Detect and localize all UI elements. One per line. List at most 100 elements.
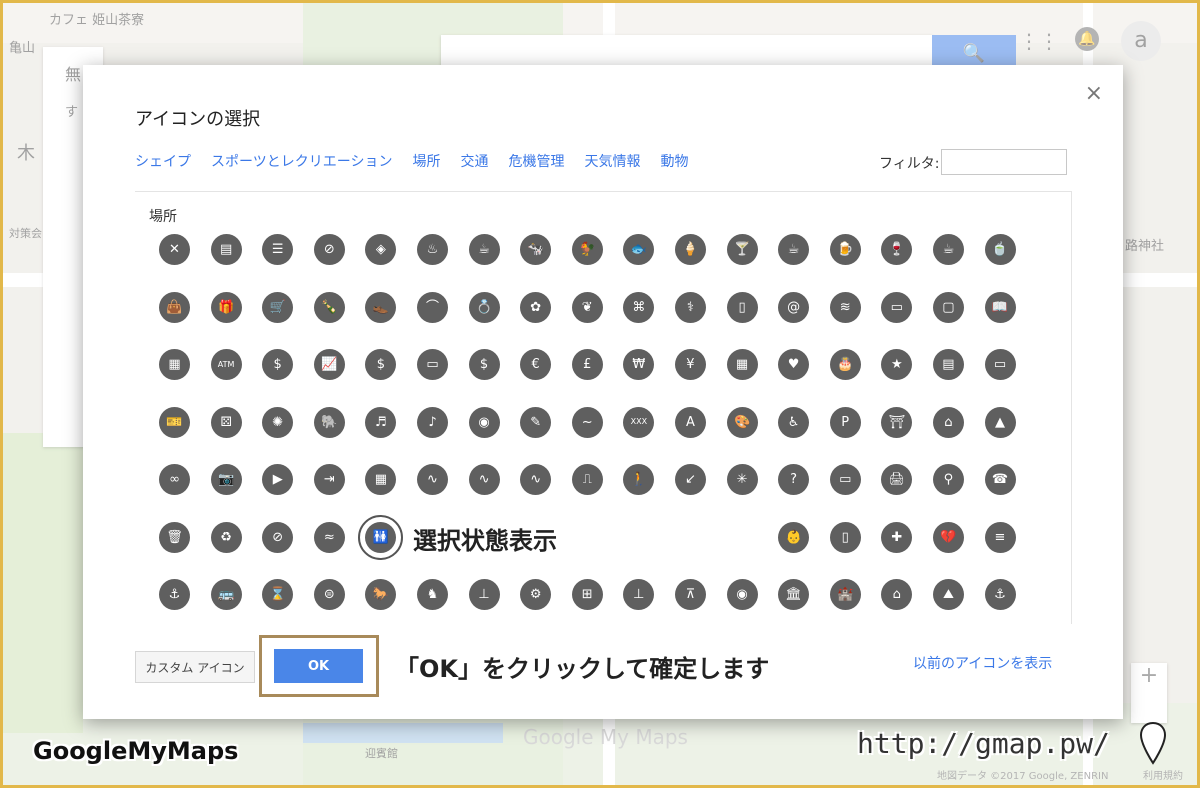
icon-option[interactable]: ♻ (210, 521, 263, 580)
icon-option[interactable]: ▲ (984, 406, 1037, 465)
icon-option[interactable]: 🎂 (829, 349, 882, 407)
icon-option[interactable]: 🐓 (571, 234, 624, 292)
icon-option[interactable]: ◉ (726, 579, 779, 624)
icon-option[interactable]: 🐎 (365, 579, 417, 624)
icon-option[interactable]: ⚲ (932, 464, 985, 522)
icon-option[interactable]: 🎁 (210, 291, 263, 350)
icon-option[interactable]: ♥ (778, 349, 830, 407)
icon-option[interactable]: 👜 (159, 291, 211, 350)
tab-2[interactable]: 場所 (412, 151, 440, 171)
icon-option[interactable]: 🍦 (674, 234, 727, 292)
icon-option[interactable] (572, 522, 624, 580)
icon-option[interactable]: ✿ (520, 291, 572, 350)
icon-option[interactable]: ▦ (159, 349, 211, 407)
icon-option[interactable]: ⚙ (520, 579, 572, 624)
icon-option[interactable]: ♞ (416, 579, 469, 624)
icon-option[interactable]: ↙ (674, 464, 727, 522)
icon-option[interactable]: 🎫 (159, 406, 211, 465)
icon-option[interactable]: 🖨 (881, 464, 933, 522)
icon-option[interactable]: 🗑 (159, 521, 211, 580)
icon-option[interactable]: ▭ (416, 349, 469, 407)
icon-option[interactable]: ⊞ (571, 579, 624, 624)
icon-option[interactable]: ☰ (262, 234, 314, 292)
icon-option[interactable]: ▤ (210, 234, 263, 292)
icon-option[interactable]: ≡ (984, 521, 1037, 580)
icon-option[interactable]: ❦ (571, 291, 624, 350)
icon-option[interactable]: £ (571, 349, 624, 407)
icon-option[interactable]: ⌘ (623, 291, 675, 350)
tab-3[interactable]: 交通 (460, 151, 488, 171)
icon-option[interactable]: ✚ (881, 521, 933, 580)
icon-option[interactable]: ♬ (365, 406, 417, 465)
icon-option[interactable]: $ (468, 349, 521, 407)
icon-option[interactable]: ⎍ (571, 464, 624, 522)
icon-option[interactable] (727, 522, 779, 580)
icon-option[interactable]: ✕ (159, 234, 211, 292)
icon-option[interactable]: XXX (623, 406, 675, 465)
icon-option[interactable]: ☕ (778, 234, 830, 292)
icon-option[interactable]: ✎ (520, 406, 572, 465)
icon-option[interactable]: ★ (881, 349, 933, 407)
icon-option[interactable]: ◉ (468, 406, 521, 465)
icon-option[interactable]: ▯ (726, 291, 779, 350)
icon-option[interactable]: 🍷 (881, 234, 933, 292)
icon-option[interactable]: ⌂ (932, 406, 985, 465)
icon-option[interactable]: 🐄 (520, 234, 572, 292)
icon-option[interactable]: @ (778, 291, 830, 350)
icon-option[interactable]: 💍 (468, 291, 521, 350)
icon-option[interactable]: ▤ (932, 349, 985, 407)
icon-option[interactable]: ⊘ (262, 521, 314, 580)
icon-option[interactable]: 🚻 (358, 514, 417, 580)
icon-option[interactable]: ♨ (416, 234, 469, 292)
icon-option[interactable]: 🎨 (726, 406, 779, 465)
icon-option[interactable]: ⊘ (313, 234, 366, 292)
icon-option[interactable]: 🍾 (313, 291, 366, 350)
icon-option[interactable]: ▭ (881, 291, 933, 350)
icon-option[interactable]: ∞ (159, 464, 211, 522)
icon-option[interactable]: 🍵 (984, 234, 1037, 292)
ok-button[interactable]: OK (274, 649, 363, 683)
icon-option[interactable]: ∿ (520, 464, 572, 522)
tab-6[interactable]: 動物 (660, 151, 688, 171)
icon-option[interactable]: ∿ (468, 464, 521, 522)
icon-option[interactable]: 🚶 (623, 464, 675, 522)
icon-option[interactable]: ⊥ (468, 579, 521, 624)
icon-option[interactable]: ⌂ (881, 579, 933, 624)
icon-option[interactable]: ⚄ (210, 406, 263, 465)
icon-option[interactable]: 🏛 (778, 579, 830, 624)
icon-option[interactable]: 📖 (984, 291, 1037, 350)
icon-option[interactable]: ⛩ (881, 406, 933, 465)
icon-option[interactable]: ✳ (726, 464, 779, 522)
icon-option[interactable]: $ (262, 349, 314, 407)
icon-option[interactable]: P (829, 406, 882, 465)
tab-4[interactable]: 危機管理 (508, 151, 564, 171)
icon-option[interactable]: ☎ (984, 464, 1037, 522)
icon-option[interactable]: ▢ (932, 291, 985, 350)
icon-option[interactable]: ⚓ (159, 579, 211, 624)
tab-0[interactable]: シェイプ (135, 151, 191, 171)
custom-icon-button[interactable]: カスタム アイコン (135, 651, 255, 683)
icon-option[interactable]: ∿ (416, 464, 469, 522)
icon-option[interactable]: ☕ (468, 234, 521, 292)
icon-option[interactable]: 🐟 (623, 234, 675, 292)
icon-option[interactable]: ≈ (313, 521, 366, 580)
icon-option[interactable]: ▭ (984, 349, 1037, 407)
icon-option[interactable]: ☕ (932, 234, 985, 292)
icon-option[interactable]: ⊜ (313, 579, 366, 624)
icon-option[interactable]: ▯ (829, 521, 882, 580)
icon-option[interactable]: 🍸 (726, 234, 779, 292)
icon-option[interactable] (675, 522, 727, 580)
close-icon[interactable]: × (1085, 81, 1103, 106)
icon-option[interactable]: 🚌 (210, 579, 263, 624)
icon-option[interactable]: ⚓ (984, 579, 1037, 624)
icon-option[interactable]: ▭ (829, 464, 882, 522)
icon-option[interactable]: ▦ (365, 464, 417, 522)
tab-5[interactable]: 天気情報 (584, 151, 640, 171)
icon-option[interactable]: 👶 (778, 521, 830, 580)
icon-option[interactable]: ¥ (674, 349, 727, 407)
icon-option[interactable]: ♿ (778, 406, 830, 465)
icon-option[interactable]: 🛒 (262, 291, 314, 350)
icon-option[interactable]: ≋ (829, 291, 882, 350)
icon-option[interactable]: $ (365, 349, 417, 407)
icon-option[interactable]: ▶ (262, 464, 314, 522)
